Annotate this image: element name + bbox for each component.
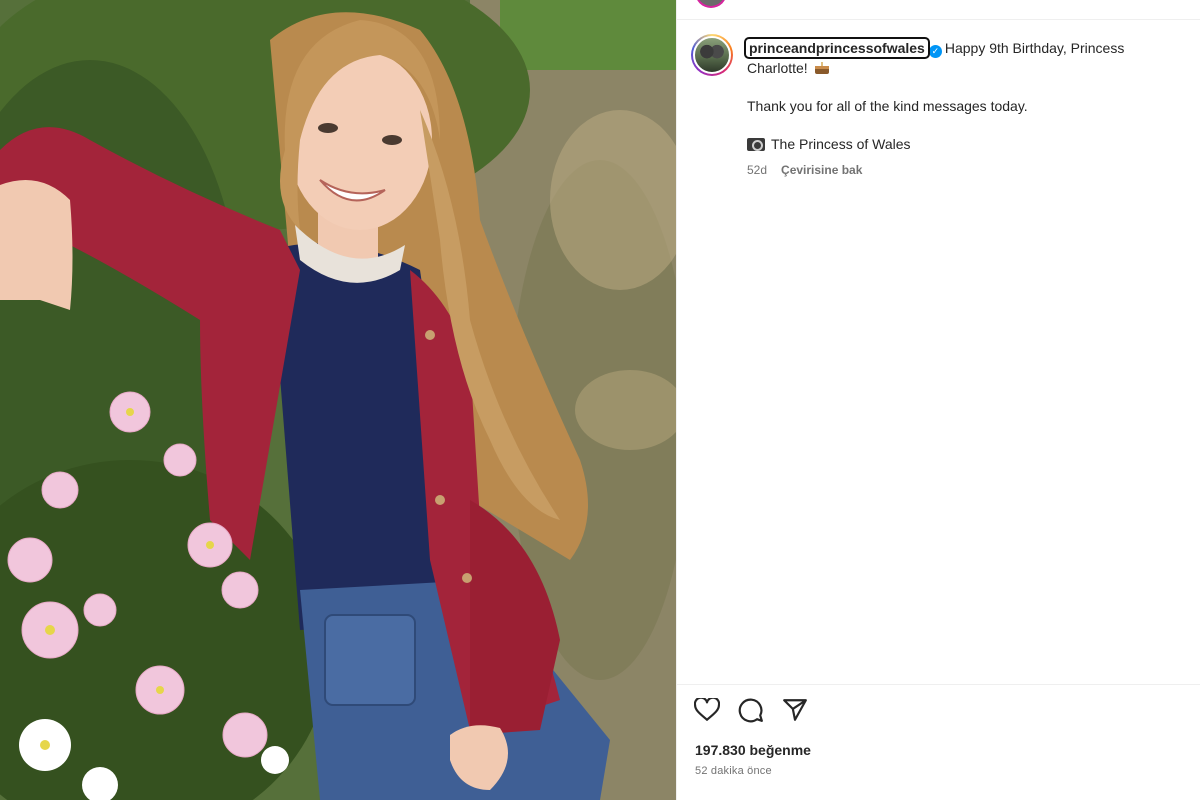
share-icon bbox=[783, 699, 807, 721]
actions-divider bbox=[677, 684, 1200, 685]
post-photo[interactable] bbox=[0, 0, 676, 800]
comment-button[interactable] bbox=[737, 696, 765, 724]
comment-icon bbox=[738, 698, 763, 723]
like-button[interactable] bbox=[693, 696, 721, 724]
photo-credit-text: The Princess of Wales bbox=[771, 136, 911, 152]
caption-age: 52d bbox=[747, 163, 768, 177]
caption-thanks: Thank you for all of the kind messages t… bbox=[747, 98, 1028, 114]
post-actions bbox=[693, 696, 809, 724]
previous-comment-strip bbox=[677, 0, 1200, 20]
caption-meta: 52d Çevirisine bak bbox=[747, 160, 1177, 180]
username-link[interactable]: princeandprincessofwales bbox=[744, 37, 930, 59]
share-button[interactable] bbox=[781, 696, 809, 724]
post-sidebar: princeandprincessofwales ✓ Happy 9th Birth… bbox=[676, 0, 1200, 800]
heart-icon bbox=[694, 698, 720, 721]
see-translation-link[interactable]: Çevirisine bak bbox=[781, 160, 862, 180]
camera-icon bbox=[747, 137, 765, 151]
post-photo-illustration bbox=[0, 0, 676, 800]
post-timestamp[interactable]: 52 dakika önce bbox=[695, 765, 772, 777]
cake-icon bbox=[814, 62, 829, 74]
caption-text: princeandprincessofwales ✓ Happy 9th Birth… bbox=[744, 37, 1177, 180]
avatar[interactable] bbox=[695, 0, 727, 8]
like-count[interactable]: 197.830 beğenme bbox=[695, 742, 811, 758]
verified-badge-icon: ✓ bbox=[928, 45, 942, 58]
avatar[interactable] bbox=[691, 34, 733, 76]
photo-credit: The Princess of Wales bbox=[747, 134, 1177, 154]
